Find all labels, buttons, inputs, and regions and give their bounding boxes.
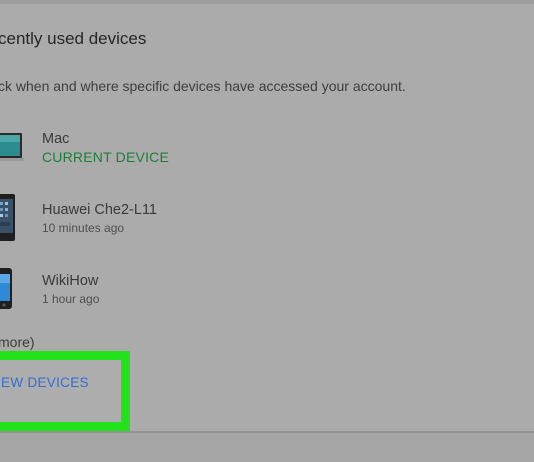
device-name: Huawei Che2-L11 <box>42 202 157 218</box>
laptop-icon <box>0 133 24 161</box>
last-active-time: 1 hour ago <box>42 292 100 306</box>
device-name: Mac <box>42 131 70 147</box>
next-section-strip <box>0 433 534 462</box>
section-subtitle: ck when and where specific devices have … <box>0 78 406 94</box>
top-divider <box>0 0 534 4</box>
last-active-time: 10 minutes ago <box>42 221 125 235</box>
device-name: WikiHow <box>42 273 99 289</box>
highlight-box <box>0 351 130 431</box>
review-devices-button[interactable]: IEW DEVICES <box>0 375 89 390</box>
recent-devices-panel: cently used devices ck when and where sp… <box>0 0 534 462</box>
current-device-badge: CURRENT DEVICE <box>42 149 170 165</box>
iphone-icon <box>0 268 12 309</box>
section-title: cently used devices <box>0 29 147 48</box>
android-phone-icon <box>0 194 15 241</box>
more-devices-count: more) <box>0 334 35 350</box>
